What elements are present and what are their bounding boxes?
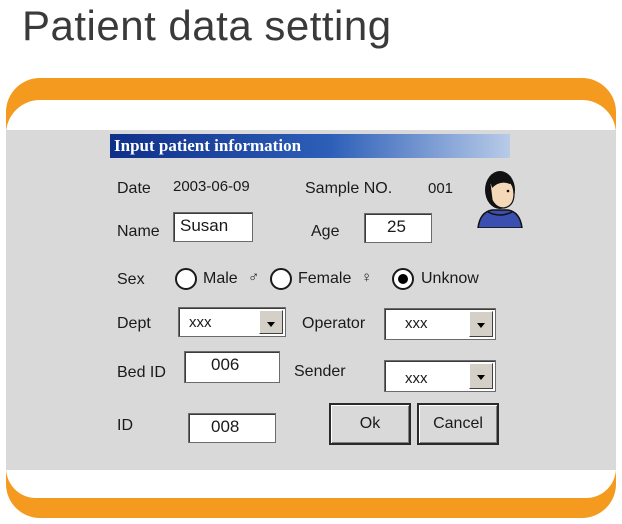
cancel-button[interactable]: Cancel [417,403,499,445]
dept-select-value: xxx [189,314,212,331]
date-value: 2003-06-09 [173,178,250,195]
sex-female-label: Female [298,270,352,287]
dept-label: Dept [117,315,151,332]
age-input[interactable]: 25 [364,213,432,243]
operator-select[interactable]: xxx [384,308,496,340]
sex-male-radio[interactable] [175,268,197,290]
dialog-title: Input patient information [110,134,510,158]
male-symbol-icon: ♂ [248,269,260,286]
sex-unknown-label: Unknow [421,270,479,287]
chevron-down-icon[interactable] [259,310,283,334]
sex-label: Sex [117,271,145,288]
dept-select[interactable]: xxx [178,307,286,337]
bed-id-label: Bed ID [117,364,166,381]
operator-label: Operator [302,315,366,332]
sample-value: 001 [428,180,454,197]
sender-select-value: xxx [405,370,428,387]
id-input[interactable]: 008 [188,413,276,443]
sex-male-label: Male [203,270,238,287]
id-label: ID [117,417,133,434]
name-label: Name [117,223,160,240]
sex-female-radio[interactable] [270,268,292,290]
patient-avatar-icon [477,171,523,228]
sex-unknown-radio[interactable] [392,268,414,290]
page-title: Patient data setting [22,2,392,49]
age-label: Age [311,223,340,240]
sender-label: Sender [294,363,346,380]
sample-label: Sample NO. [305,180,393,197]
name-input[interactable]: Susan [173,212,253,242]
frame-bottom-inset [6,468,616,498]
sender-select[interactable]: xxx [384,360,496,392]
operator-select-value: xxx [405,315,428,332]
frame-top-inset [6,100,616,134]
female-symbol-icon: ♀ [361,269,373,286]
date-label: Date [117,180,151,197]
bed-id-input[interactable]: 006 [184,351,280,383]
ok-button[interactable]: Ok [329,403,411,445]
chevron-down-icon[interactable] [469,311,493,337]
chevron-down-icon[interactable] [469,363,493,389]
